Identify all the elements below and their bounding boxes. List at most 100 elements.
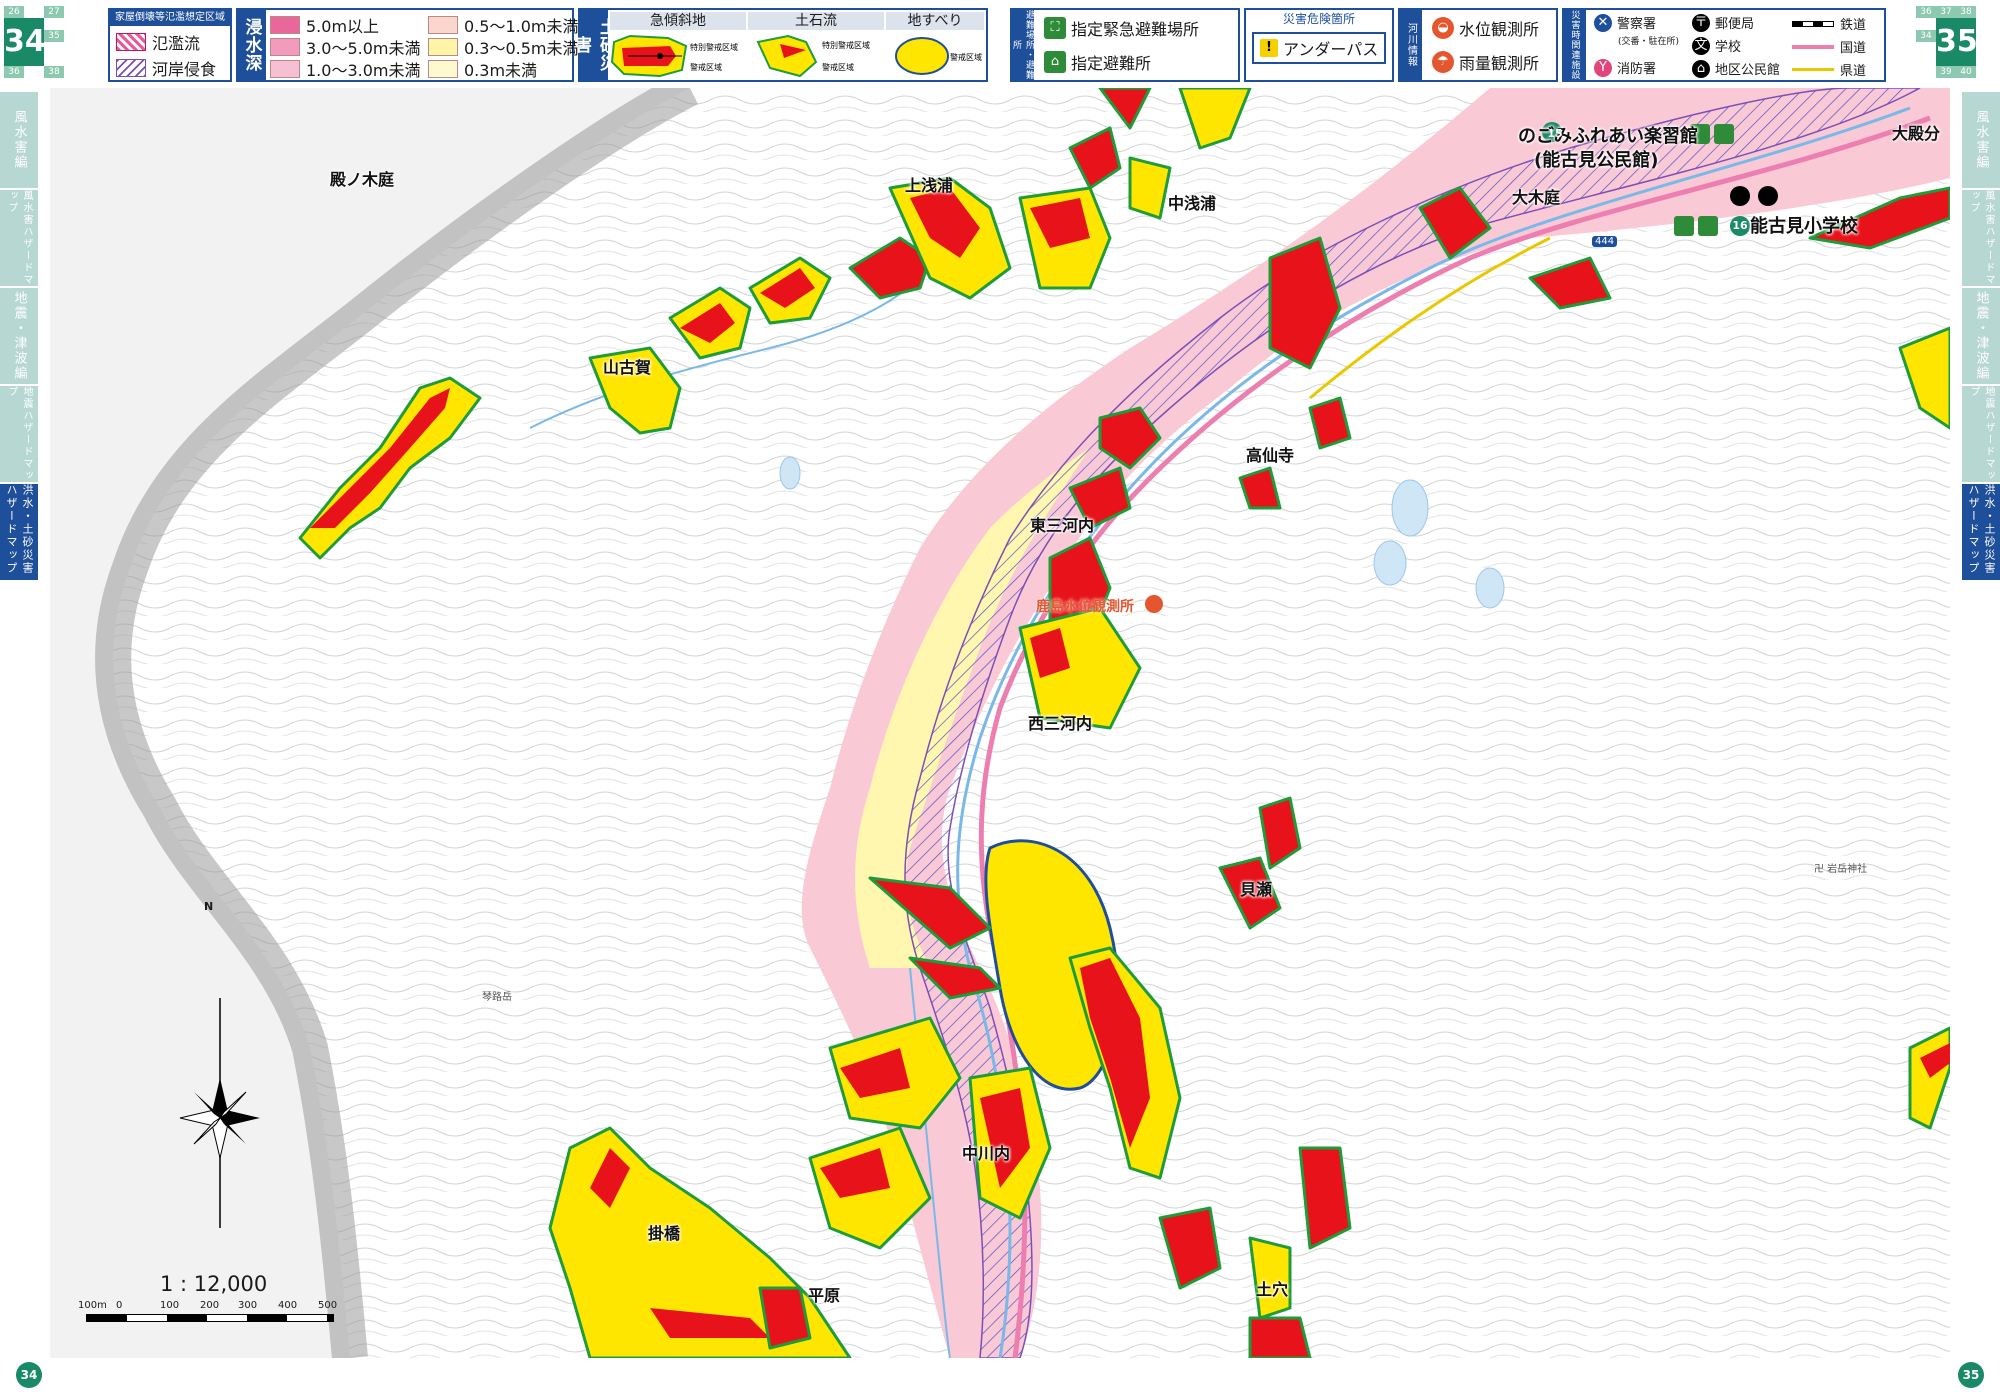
- scale-tick: 100m: [78, 1300, 107, 1311]
- legend-rain-gauge-row: ☂ 雨量観測所: [1432, 50, 1539, 74]
- place-label: 殿ノ木庭: [330, 170, 395, 189]
- scale-tick: 500: [318, 1300, 338, 1311]
- fire-station-icon: Y: [1594, 58, 1612, 77]
- legend-label: 警察署: [1617, 17, 1657, 32]
- legend-label: 0.3〜0.5m未満: [464, 39, 579, 58]
- shelter-icon: [1698, 216, 1718, 236]
- place-label: 大木庭: [1512, 188, 1561, 207]
- emergency-evacuation-icon: ⛶: [1044, 17, 1066, 39]
- depth-swatch: [428, 60, 458, 78]
- place-label: 中川内: [962, 1144, 1011, 1163]
- legend-danger-title: 災害危険箇所: [1282, 12, 1355, 26]
- pond: [779, 456, 801, 490]
- legend-debris-special: 特別警戒区域: [822, 40, 870, 50]
- page-tab-cell: 27: [44, 6, 64, 18]
- legend-railway-row: 鉄道: [1792, 14, 1866, 33]
- side-tab-left-4[interactable]: 洪水・土砂災害ハザードマップ: [0, 484, 38, 580]
- legend-label: 3.0〜5.0m未満: [306, 39, 421, 58]
- page-tab-cell: 40: [1956, 66, 1976, 78]
- legend-label: 5.0m以上: [306, 17, 380, 36]
- scale-tick: 400: [278, 1300, 298, 1311]
- legend-label: 雨量観測所: [1459, 54, 1540, 73]
- side-tab-left-2[interactable]: 地震・津波編: [0, 288, 38, 384]
- emergency-evacuation-icon: [1674, 216, 1694, 236]
- shrine-label: 卍 岩岳神社: [1814, 864, 1868, 875]
- scale-tick: 0: [116, 1300, 123, 1311]
- legend-steep-header: 急傾斜地: [610, 12, 746, 30]
- page-number-right: 35: [1958, 1362, 1984, 1388]
- legend-label: 地区公民館: [1715, 63, 1781, 78]
- shelter-16-name: 能古見小学校: [1750, 216, 1858, 237]
- prefectural-road-symbol: [1792, 68, 1834, 71]
- legend-inundation: 浸水深 5.0m以上 3.0〜5.0m未満 1.0〜3.0m未満 0.5〜1.0…: [236, 8, 578, 82]
- page-tab-cell: 38: [1956, 6, 1976, 18]
- legend-row-bank-erosion: 河岸侵食: [116, 56, 216, 80]
- page-tab-left: 26 27 34 35 36 38: [4, 6, 64, 78]
- pond: [1475, 567, 1505, 609]
- hazard-map[interactable]: [50, 88, 1950, 1358]
- side-tab-right-1[interactable]: 風水害ハザードマップ: [1962, 190, 2000, 286]
- legend-row-flood-flow: 氾濫流: [116, 30, 200, 54]
- page-tab-cell: 36: [4, 66, 24, 78]
- side-tab-right-2[interactable]: 地震・津波編: [1962, 288, 2000, 384]
- bank-erosion-swatch: [116, 59, 146, 77]
- shelter-16-number: 16: [1732, 219, 1748, 232]
- flood-flow-swatch: [116, 33, 146, 51]
- place-label: 土穴: [1256, 1280, 1289, 1299]
- legend-emergency-evacuation-row: ⛶ 指定緊急避難場所: [1044, 16, 1199, 40]
- legend-steep-special: 特別警戒区域: [690, 42, 738, 52]
- water-station-label: 鹿島水位観測所: [1036, 599, 1134, 615]
- scale-tick: 200: [200, 1300, 220, 1311]
- page-tab-cell: 39: [1936, 66, 1956, 78]
- legend-label: 県道: [1840, 64, 1867, 79]
- legend-debris-header: 土石流: [748, 12, 884, 30]
- legend-house-collapse: 家屋倒壊等氾濫想定区域 氾濫流 河岸侵食: [108, 8, 232, 82]
- side-tab-right-4[interactable]: 洪水・土砂災害ハザードマップ: [1962, 484, 2000, 580]
- side-tab-left-3[interactable]: 地震ハザードマップ: [0, 386, 38, 482]
- place-label: 掛橋: [648, 1224, 681, 1243]
- page-tab-number: 35: [1936, 18, 1978, 66]
- scale-tick: 300: [238, 1300, 258, 1311]
- place-label: 東三河内: [1030, 516, 1095, 535]
- side-tab-left-0[interactable]: 風水害編: [0, 92, 38, 188]
- pond: [1373, 540, 1407, 586]
- scale-bar: 100m 0 100 200 300 400 500: [78, 1300, 340, 1324]
- side-tab-left-1[interactable]: 風水害ハザードマップ: [0, 190, 38, 286]
- railway-symbol: [1792, 20, 1834, 27]
- legend-depth-row: 5.0m以上: [270, 13, 379, 37]
- legend-label: 0.3m未満: [464, 61, 538, 80]
- legend-depth-row: 0.5〜1.0m未満: [428, 13, 578, 37]
- place-label: 山古賀: [603, 358, 652, 377]
- page-tab-cell: 36: [1916, 6, 1936, 18]
- shelter-icon: [1714, 124, 1734, 144]
- legend-facilities-title: 災害時関連施設: [1564, 10, 1586, 80]
- shelter-15-number: 15: [1547, 127, 1563, 140]
- police-icon: [1730, 186, 1750, 206]
- post-office-icon: 〒: [1692, 13, 1710, 32]
- legend-prefectural-road-row: 県道: [1792, 60, 1866, 79]
- legend-post-row: 〒 郵便局: [1692, 13, 1754, 32]
- legend-depth-row: 0.3m未満: [428, 57, 537, 81]
- legend-landslide-header: 地すべり: [886, 12, 984, 30]
- side-tab-right-0[interactable]: 風水害編: [1962, 92, 2000, 188]
- legend-evacuation-title: 避難場所・避難所: [1011, 10, 1034, 80]
- side-tab-right-3[interactable]: 地震ハザードマップ: [1962, 386, 2000, 482]
- depth-swatch: [428, 16, 458, 34]
- legend-label: 国道: [1840, 41, 1867, 56]
- place-label: 大殿分: [1892, 124, 1941, 143]
- legend-label: アンダーパス: [1283, 40, 1379, 59]
- depth-swatch: [270, 38, 300, 56]
- place-label: 貝瀬: [1240, 880, 1273, 899]
- legend-label: 0.5〜1.0m未満: [464, 17, 579, 36]
- north-label: N: [204, 900, 214, 913]
- legend-inundation-title: 浸水深: [238, 10, 266, 80]
- legend-landslide-warning: 警戒区域: [950, 52, 982, 62]
- legend-depth-row: 3.0〜5.0m未満: [270, 35, 420, 59]
- legend-water-level-row: ◒ 水位観測所: [1432, 16, 1539, 40]
- police-icon: ✕: [1594, 13, 1612, 32]
- legend-depth-row: 1.0〜3.0m未満: [270, 57, 420, 81]
- legend-community-row: ⌂ 地区公民館: [1692, 59, 1780, 78]
- legend-river: 河川情報 ◒ 水位観測所 ☂ 雨量観測所: [1398, 8, 1558, 82]
- depth-swatch: [270, 16, 300, 34]
- legend-evacuation: 避難場所・避難所 ⛶ 指定緊急避難場所 ⌂ 指定避難所: [1010, 8, 1240, 82]
